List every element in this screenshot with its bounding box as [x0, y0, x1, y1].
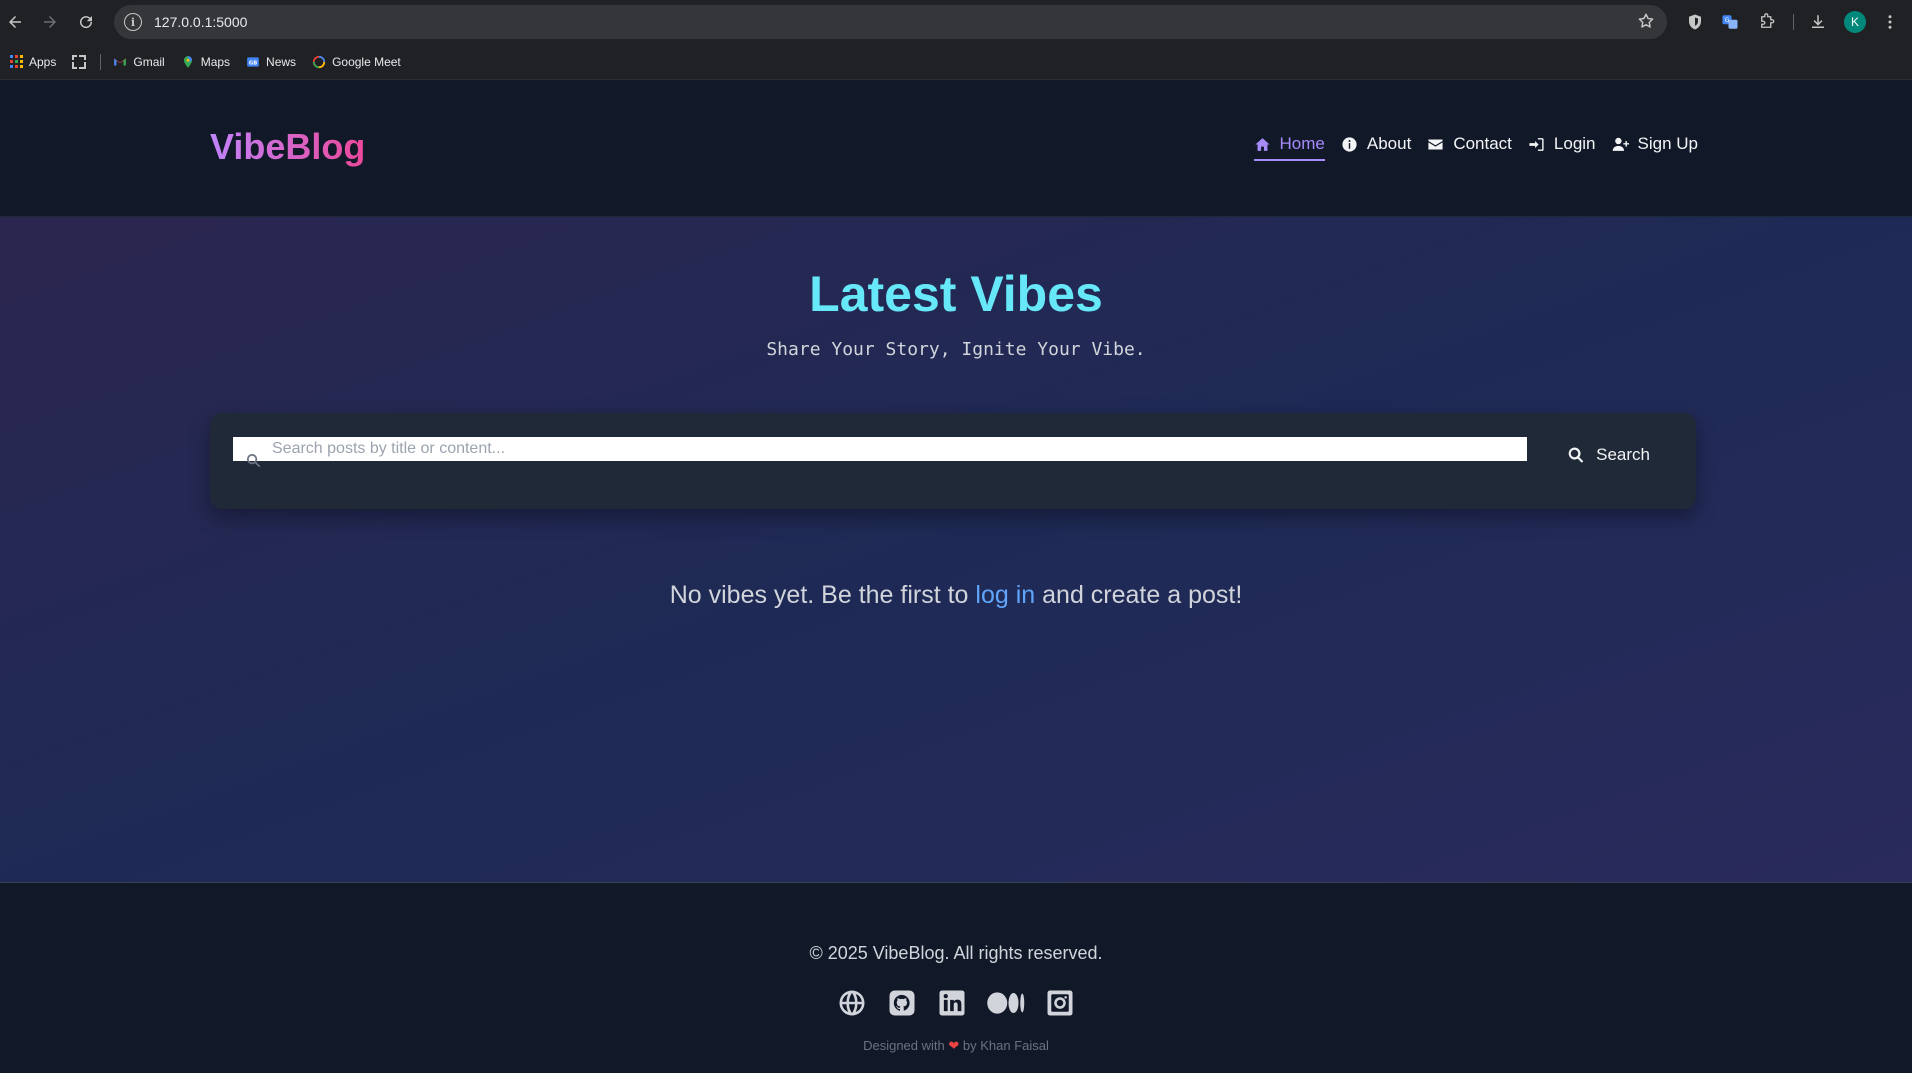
social-links [0, 987, 1912, 1019]
home-icon [1254, 137, 1270, 151]
medium-link[interactable] [986, 987, 1026, 1019]
google-meet-icon [312, 55, 326, 68]
site-footer: © 2025 VibeBlog. All rights reserved. De… [0, 882, 1912, 1073]
login-link[interactable]: log in [975, 581, 1035, 609]
arrow-left-icon [9, 16, 21, 28]
search-icon [246, 453, 261, 468]
bookmark-news[interactable]: GB News [246, 55, 296, 69]
main-nav: Home About Contact Login Sign Up [1238, 134, 1698, 161]
bookmark-label: News [266, 54, 297, 69]
heart-icon: ❤ [948, 1038, 960, 1053]
medium-icon [987, 992, 1025, 1014]
nav-about[interactable]: About [1341, 134, 1411, 158]
nav-label: Contact [1453, 134, 1512, 153]
bookmark-label: Apps [29, 54, 57, 69]
bookmarks-bar: Apps Gmail Maps GB News Google Meet [0, 44, 1912, 80]
back-button[interactable] [0, 4, 33, 40]
nav-label: About [1366, 134, 1412, 153]
shield-extension-icon[interactable] [1684, 0, 1706, 44]
empty-state-message: No vibes yet. Be the first to log in and… [0, 581, 1912, 610]
bookmark-label: Maps [200, 54, 231, 69]
website-link[interactable] [836, 987, 868, 1019]
tab-groups-icon[interactable] [72, 54, 87, 69]
empty-state-text: No vibes yet. Be the first to [669, 581, 976, 609]
avatar-letter: K [1844, 11, 1866, 33]
github-icon [889, 990, 915, 1016]
nav-home[interactable]: Home [1253, 134, 1326, 161]
page-title: Latest Vibes [809, 266, 1103, 322]
search-icon [1568, 447, 1584, 463]
globe-icon [839, 990, 865, 1016]
menu-kebab-icon[interactable] [1879, 0, 1901, 44]
designer-credit: Designed with ❤ by Khan Faisal [0, 1038, 1912, 1054]
bookmark-maps[interactable]: Maps [181, 55, 230, 69]
sign-in-icon [1529, 137, 1544, 151]
site-logo[interactable]: VibeBlog [210, 126, 365, 168]
profile-avatar[interactable]: K [1843, 0, 1867, 44]
download-icon[interactable] [1806, 0, 1830, 44]
copyright: © 2025 VibeBlog. All rights reserved. [809, 943, 1103, 963]
github-link[interactable] [886, 987, 918, 1019]
svg-text:GB: GB [249, 60, 257, 66]
linkedin-link[interactable] [936, 987, 968, 1019]
reload-icon [80, 16, 93, 29]
page-subtitle: Share Your Story, Ignite Your Vibe. [766, 339, 1146, 360]
nav-label: Home [1279, 134, 1325, 153]
maps-pin-icon [183, 55, 192, 68]
forward-button[interactable] [32, 4, 68, 40]
user-plus-icon [1612, 137, 1629, 151]
envelope-icon [1428, 139, 1443, 149]
bookmark-apps[interactable]: Apps [10, 55, 56, 69]
news-icon: GB [247, 56, 259, 67]
puzzle-extensions-icon[interactable] [1756, 0, 1778, 44]
search-button-label: Search [1596, 445, 1650, 464]
search-button[interactable]: Search [1567, 445, 1650, 465]
bookmark-google-meet[interactable]: Google Meet [312, 55, 401, 69]
nav-contact[interactable]: Contact [1427, 134, 1512, 158]
search-card: Search [210, 413, 1696, 509]
instagram-link[interactable] [1044, 987, 1076, 1019]
bookmark-gmail[interactable]: Gmail [113, 54, 165, 69]
svg-text:G: G [1725, 17, 1730, 24]
bookmark-label: Gmail [133, 54, 165, 69]
bookmark-star-icon[interactable] [1637, 12, 1655, 35]
credit-text: by Khan Faisal [959, 1038, 1049, 1053]
apps-grid-icon [10, 55, 23, 68]
gmail-icon [114, 58, 127, 65]
linkedin-icon [939, 990, 965, 1016]
nav-label: Sign Up [1637, 134, 1698, 153]
site-header: VibeBlog Home About Contact Login Sign U… [0, 80, 1912, 217]
reload-button[interactable] [68, 4, 104, 40]
bookmark-label: Google Meet [332, 54, 401, 69]
credit-text: Designed with [863, 1038, 949, 1053]
nav-signup[interactable]: Sign Up [1612, 134, 1698, 158]
search-field-wrapper [233, 437, 1527, 468]
url-text: 127.0.0.1:5000 [154, 14, 248, 30]
search-input[interactable] [233, 437, 1527, 461]
instagram-icon [1047, 990, 1073, 1016]
address-bar[interactable]: i 127.0.0.1:5000 [114, 5, 1667, 39]
arrow-right-icon [44, 16, 56, 28]
nav-label: Login [1553, 134, 1596, 153]
nav-login[interactable]: Login [1528, 134, 1596, 158]
translate-extension-icon[interactable]: G [1719, 0, 1741, 44]
browser-toolbar: i 127.0.0.1:5000 G K [0, 0, 1912, 44]
main-content: Latest Vibes Share Your Story, Ignite Yo… [0, 217, 1912, 882]
empty-state-text: and create a post! [1035, 581, 1243, 609]
info-icon [1342, 136, 1357, 152]
site-info-icon[interactable]: i [124, 13, 142, 31]
